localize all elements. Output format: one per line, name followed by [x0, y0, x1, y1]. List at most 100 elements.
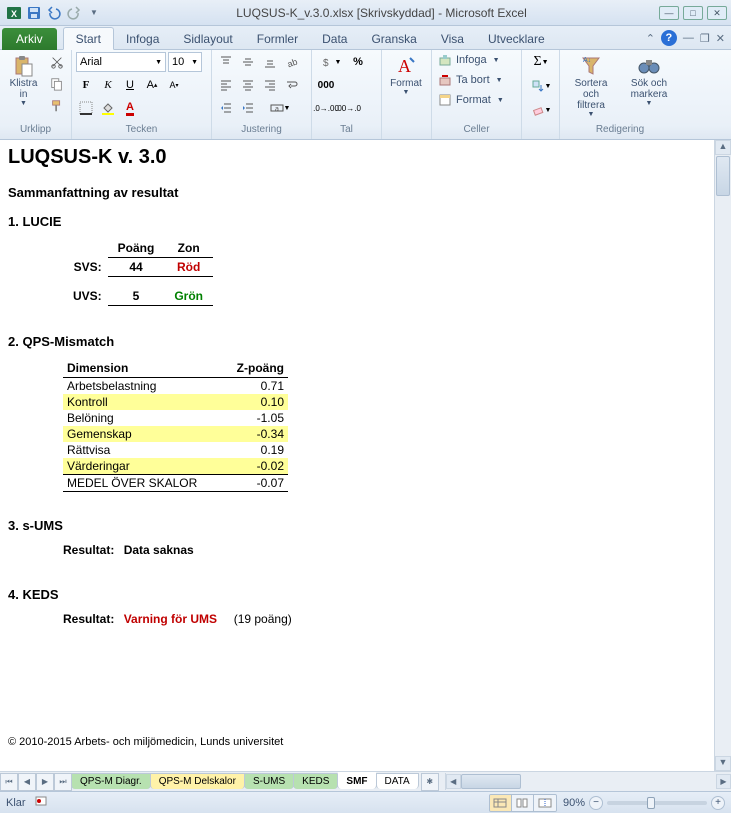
align-right-button[interactable]	[260, 75, 280, 95]
workbook-restore-icon[interactable]: ❐	[700, 32, 710, 45]
scroll-right-icon[interactable]: ▶	[716, 774, 731, 789]
align-bottom-icon	[263, 55, 277, 69]
zoom-slider[interactable]	[607, 801, 707, 805]
sheet-tab-smf[interactable]: SMF	[337, 772, 376, 789]
section-3-heading: 3. s-UMS	[8, 518, 632, 533]
minimize-button[interactable]: —	[659, 6, 679, 20]
tab-nav-prev[interactable]: ◀	[18, 773, 36, 791]
copy-button[interactable]	[47, 74, 67, 94]
font-size-combo[interactable]: 10▼	[168, 52, 202, 72]
sums-result: Resultat: Data saknas	[63, 543, 632, 557]
increase-indent-button[interactable]	[238, 98, 258, 118]
sheet-tab-qps-delskalor[interactable]: QPS-M Delskalor	[150, 773, 245, 789]
percent-button[interactable]: %	[348, 52, 368, 72]
wrap-text-button[interactable]	[282, 75, 302, 95]
delete-cells-button[interactable]: Ta bort▼	[436, 72, 506, 88]
decrease-decimal-button[interactable]: .00→.0	[338, 98, 358, 118]
svg-text:a: a	[275, 106, 279, 113]
undo-icon[interactable]	[46, 5, 62, 21]
tab-granska[interactable]: Granska	[359, 28, 428, 49]
currency-button[interactable]: $▼	[316, 52, 346, 72]
align-center-button[interactable]	[238, 75, 258, 95]
worksheet-area[interactable]: LUQSUS-K v. 3.0 Sammanfattning av result…	[0, 140, 714, 771]
horizontal-scrollbar[interactable]: ◀ ▶	[445, 773, 731, 790]
decrease-indent-button[interactable]	[216, 98, 236, 118]
insert-cells-button[interactable]: Infoga▼	[436, 52, 506, 68]
fill-button[interactable]: ▼	[526, 76, 556, 96]
paste-button[interactable]: Klistra in ▼	[4, 52, 43, 109]
shrink-font-button[interactable]: A▾	[164, 75, 184, 95]
align-middle-button[interactable]	[238, 52, 258, 72]
scroll-left-icon[interactable]: ◀	[446, 774, 461, 789]
maximize-button[interactable]: □	[683, 6, 703, 20]
bold-button[interactable]: F	[76, 75, 96, 95]
new-sheet-button[interactable]: ✱	[421, 773, 439, 791]
cut-button[interactable]	[47, 52, 67, 72]
underline-button[interactable]: U	[120, 75, 140, 95]
tab-start[interactable]: Start	[63, 27, 114, 50]
grow-font-button[interactable]: A▴	[142, 75, 162, 95]
macro-record-icon[interactable]	[34, 794, 48, 811]
lucie-col-poang: Poäng	[108, 239, 165, 258]
help-icon[interactable]: ?	[661, 30, 677, 46]
scroll-down-icon[interactable]: ▼	[715, 756, 731, 771]
redo-icon[interactable]	[66, 5, 82, 21]
font-color-button[interactable]: A	[120, 98, 140, 118]
tab-data[interactable]: Data	[310, 28, 359, 49]
tab-nav-first[interactable]: ⏮	[0, 773, 18, 791]
sheet-tab-bar: ⏮ ◀ ▶ ⏭ QPS-M Diagr. QPS-M Delskalor S-U…	[0, 771, 731, 791]
page-layout-view-button[interactable]	[512, 795, 534, 811]
format-cells-button[interactable]: Format▼	[436, 92, 506, 108]
sheet-tab-data[interactable]: DATA	[376, 773, 419, 789]
page-break-view-button[interactable]	[534, 795, 556, 811]
sort-filter-button[interactable]: A↓ Sortera och filtrera▼	[564, 52, 618, 120]
merge-button[interactable]: a▼	[260, 98, 300, 118]
zoom-slider-thumb[interactable]	[647, 797, 655, 809]
funnel-icon: A↓	[579, 54, 603, 78]
sheet-tab-sums[interactable]: S-UMS	[244, 773, 294, 789]
sort-filter-label: Sortera och filtrera	[566, 78, 616, 111]
save-icon[interactable]	[26, 5, 42, 21]
border-button[interactable]	[76, 98, 96, 118]
scroll-up-icon[interactable]: ▲	[715, 140, 731, 155]
tab-nav-last[interactable]: ⏭	[54, 773, 72, 791]
close-button[interactable]: ✕	[707, 6, 727, 20]
find-select-button[interactable]: Sök och markera▼	[622, 52, 676, 109]
fill-color-button[interactable]	[98, 98, 118, 118]
italic-button[interactable]: K	[98, 75, 118, 95]
clear-button[interactable]: ▼	[526, 100, 556, 120]
align-top-button[interactable]	[216, 52, 236, 72]
sheet-tab-qps-diagr[interactable]: QPS-M Diagr.	[71, 773, 151, 789]
workbook-minimize-icon[interactable]: —	[683, 32, 694, 44]
zoom-out-button[interactable]: −	[589, 796, 603, 810]
scroll-thumb[interactable]	[716, 156, 730, 196]
increase-decimal-button[interactable]: .0→.00	[316, 98, 336, 118]
cell-styles-button[interactable]: A Format▼	[386, 52, 426, 98]
tab-visa[interactable]: Visa	[429, 28, 476, 49]
zoom-in-button[interactable]: +	[711, 796, 725, 810]
sheet-tab-keds[interactable]: KEDS	[293, 773, 338, 789]
autosum-button[interactable]: Σ▼	[526, 52, 556, 72]
tab-utvecklare[interactable]: Utvecklare	[476, 28, 557, 49]
tab-infoga[interactable]: Infoga	[114, 28, 171, 49]
align-left-button[interactable]	[216, 75, 236, 95]
minimize-ribbon-icon[interactable]: ⌃	[646, 32, 655, 45]
vertical-scrollbar[interactable]: ▲ ▼	[714, 140, 731, 771]
excel-icon: X	[6, 5, 22, 21]
keds-result: Resultat: Varning för UMS (19 poäng)	[63, 612, 632, 626]
tab-arkiv[interactable]: Arkiv	[2, 28, 57, 50]
align-bottom-button[interactable]	[260, 52, 280, 72]
workbook-close-icon[interactable]: ✕	[716, 32, 725, 45]
tab-sidlayout[interactable]: Sidlayout	[171, 28, 244, 49]
font-name-combo[interactable]: Arial▼	[76, 52, 166, 72]
format-painter-button[interactable]	[47, 96, 67, 116]
orientation-button[interactable]: ab	[282, 52, 302, 72]
zoom-level[interactable]: 90%	[563, 797, 585, 809]
tab-nav-next[interactable]: ▶	[36, 773, 54, 791]
insert-icon	[438, 53, 452, 67]
tab-formler[interactable]: Formler	[245, 28, 310, 49]
qat-dropdown-icon[interactable]: ▼	[86, 5, 102, 21]
normal-view-button[interactable]	[490, 795, 512, 811]
hscroll-thumb[interactable]	[461, 774, 521, 789]
comma-button[interactable]: 000	[316, 75, 336, 95]
